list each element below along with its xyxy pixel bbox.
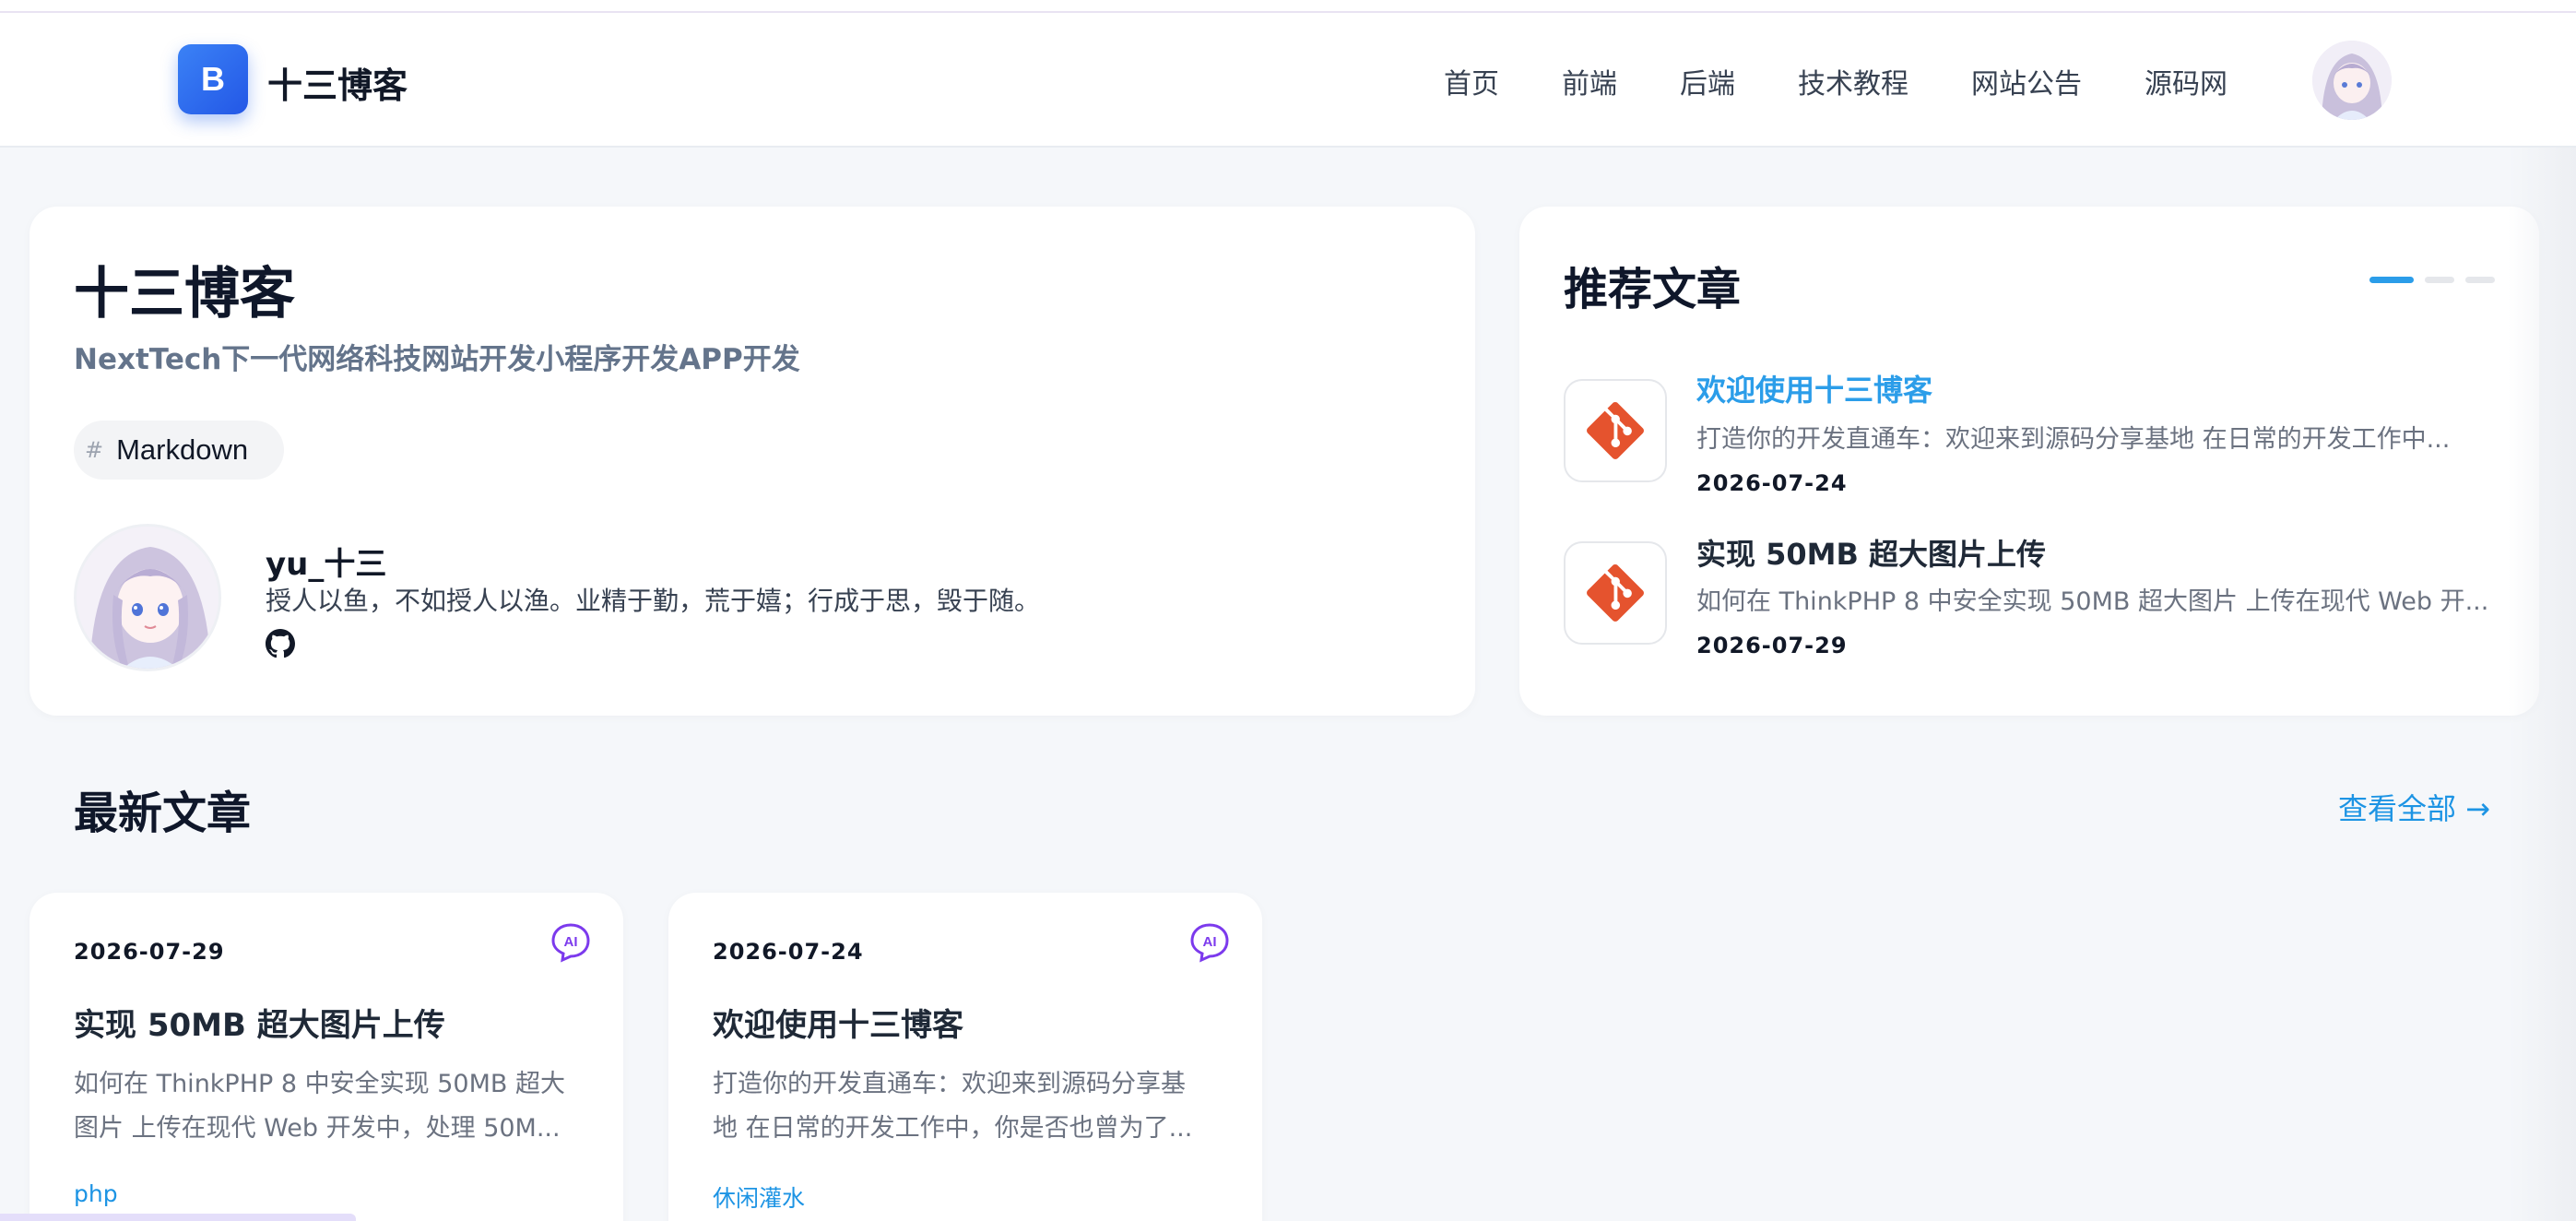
recommended-item-date: 2026-07-24: [1696, 470, 1848, 496]
nav-backend[interactable]: 后端: [1680, 61, 1735, 101]
post-excerpt-line: 地 在日常的开发工作中，你是否也曾为了...: [713, 1114, 1193, 1143]
nav-announcements[interactable]: 网站公告: [1971, 61, 2082, 101]
ai-chat-icon[interactable]: AI: [1188, 922, 1231, 963]
scroll-edge-shade: [2508, 148, 2576, 1221]
nav-tutorials[interactable]: 技术教程: [1798, 61, 1908, 101]
post-excerpt-line: 如何在 ThinkPHP 8 中安全实现 50MB 超大: [74, 1070, 565, 1098]
post-date: 2026-07-24: [713, 939, 864, 965]
nav-source-code[interactable]: 源码网: [2145, 61, 2227, 101]
post-tag[interactable]: 休闲灌水: [713, 1180, 805, 1214]
post-excerpt-line: 图片 上传在现代 Web 开发中，处理 50M...: [74, 1114, 561, 1143]
recommended-item-excerpt: 如何在 ThinkPHP 8 中安全实现 50MB 超大图片 上传在现代 Web…: [1696, 587, 2489, 616]
recommended-item-title[interactable]: 实现 50MB 超大图片上传: [1696, 531, 2046, 574]
bottom-toast-edge: [0, 1214, 356, 1221]
logo-icon[interactable]: B: [178, 44, 248, 114]
recommended-item-excerpt: 打造你的开发直通车：欢迎来到源码分享基地 在日常的开发工作中...: [1696, 425, 2451, 454]
author-name: yu_十三: [266, 546, 387, 583]
recommended-item-title[interactable]: 欢迎使用十三博客: [1696, 367, 1932, 409]
post-excerpt: 如何在 ThinkPHP 8 中安全实现 50MB 超大 图片 上传在现代 We…: [74, 1062, 590, 1151]
tag-chip-markdown[interactable]: # Markdown: [74, 421, 284, 480]
nav-frontend[interactable]: 前端: [1562, 61, 1617, 101]
user-avatar[interactable]: [2312, 41, 2392, 120]
carousel-dot[interactable]: [2425, 277, 2454, 283]
site-header: B 十三博客 首页 前端 后端 技术教程 网站公告 源码网: [0, 13, 2576, 148]
nav-home[interactable]: 首页: [1444, 61, 1499, 101]
ai-chat-icon[interactable]: AI: [549, 922, 592, 963]
post-date: 2026-07-29: [74, 939, 225, 965]
site-title: 十三博客: [74, 262, 295, 326]
carousel-dot[interactable]: [2465, 277, 2495, 283]
author-avatar: [74, 524, 221, 671]
recommended-item-date: 2026-07-29: [1696, 633, 1848, 658]
author-motto: 授人以鱼，不如授人以渔。业精于勤，荒于嬉；行成于思，毁于随。: [266, 586, 1041, 616]
brand-name[interactable]: 十三博客: [267, 57, 408, 108]
post-title[interactable]: 欢迎使用十三博客: [713, 1000, 963, 1045]
post-excerpt-line: 打造你的开发直通车：欢迎来到源码分享基: [713, 1070, 1186, 1098]
tag-label: Markdown: [116, 433, 249, 466]
svg-text:AI: AI: [1203, 934, 1217, 950]
post-title[interactable]: 实现 50MB 超大图片上传: [74, 1000, 445, 1045]
recommended-title: 推荐文章: [1564, 264, 1742, 315]
hash-icon: #: [85, 437, 104, 463]
carousel-dot-active[interactable]: [2369, 277, 2414, 283]
github-icon[interactable]: [266, 629, 295, 658]
latest-articles-title: 最新文章: [74, 788, 252, 839]
git-icon[interactable]: [1564, 541, 1667, 645]
post-excerpt: 打造你的开发直通车：欢迎来到源码分享基 地 在日常的开发工作中，你是否也曾为了.…: [713, 1062, 1229, 1151]
post-tag[interactable]: php: [74, 1180, 118, 1207]
top-accent-bar: [0, 0, 2576, 13]
view-all-link[interactable]: 查看全部 →: [2338, 786, 2490, 828]
site-subtitle: NextTech下一代网络科技网站开发小程序开发APP开发: [74, 343, 800, 376]
git-icon[interactable]: [1564, 379, 1667, 482]
svg-text:AI: AI: [564, 934, 578, 950]
